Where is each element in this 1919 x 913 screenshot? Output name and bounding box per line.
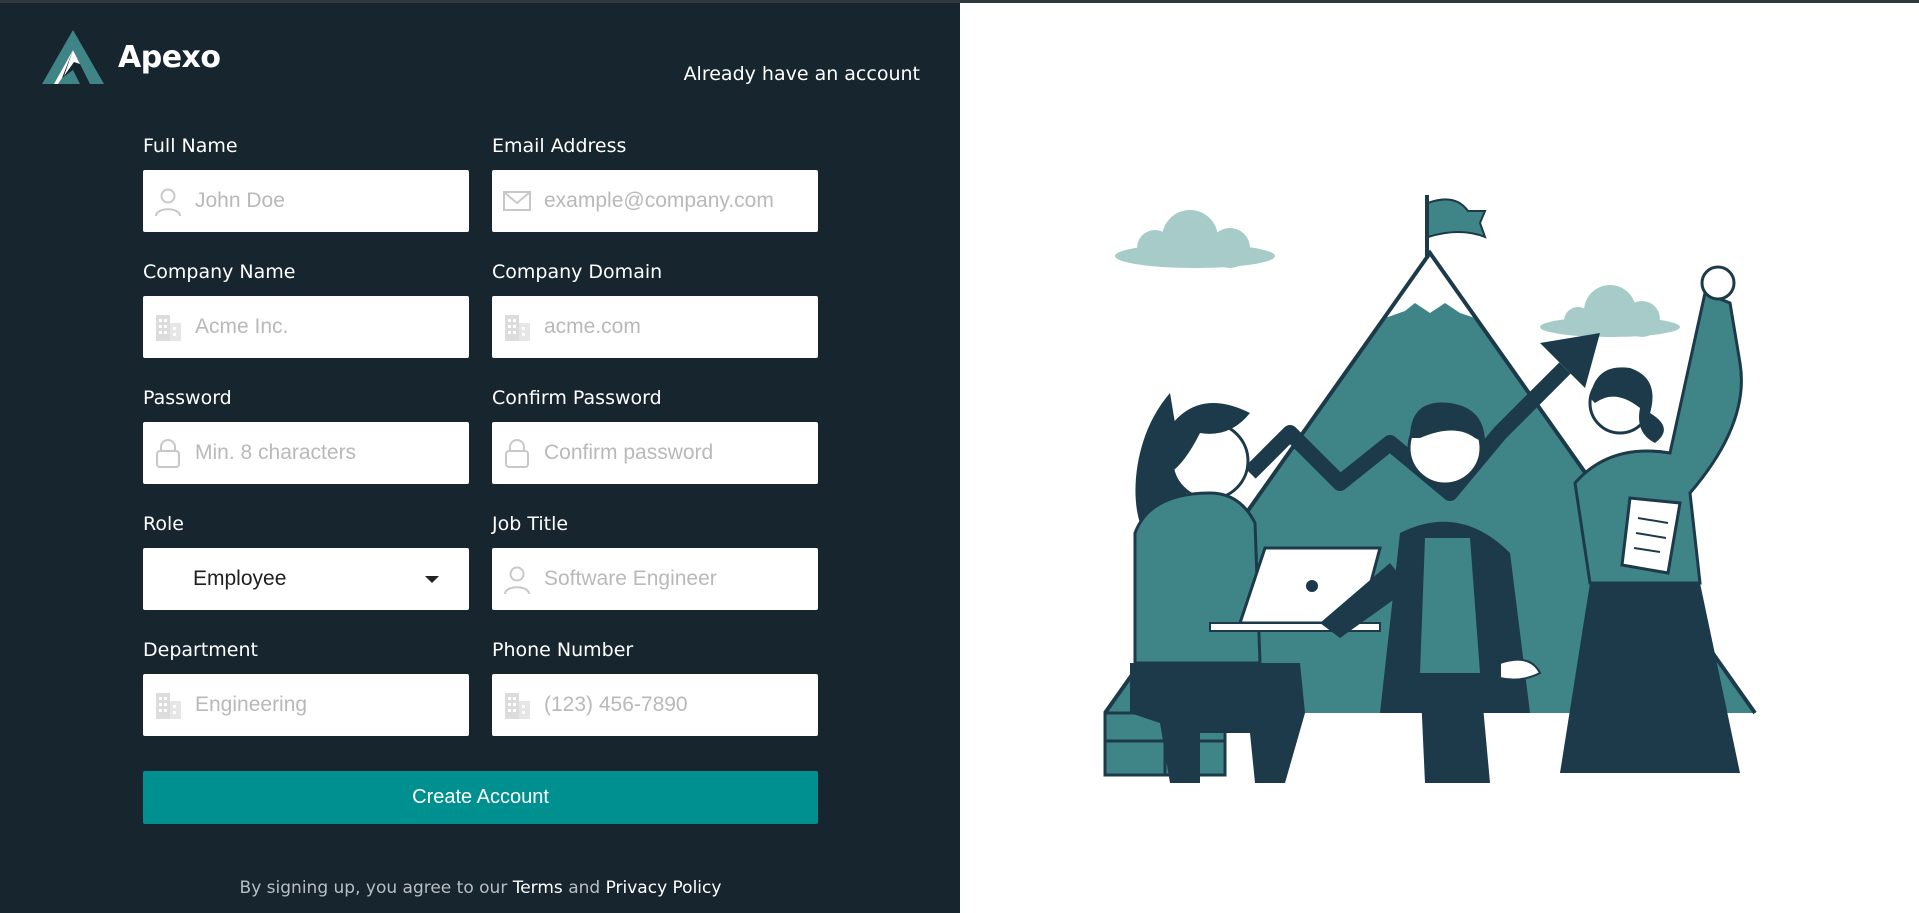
confirm-password-label: Confirm Password (492, 387, 662, 409)
password-field: Password (143, 384, 469, 484)
cloud-icon (1115, 210, 1275, 268)
company-domain-input[interactable] (542, 306, 806, 348)
illustration-panel (960, 3, 1919, 913)
phone-input[interactable] (542, 684, 806, 726)
role-select[interactable]: Employee (143, 548, 469, 610)
building-icon (505, 693, 530, 719)
role-selected-value: Employee (193, 567, 287, 590)
email-input[interactable] (542, 180, 806, 222)
full-name-field: Full Name (143, 132, 469, 232)
lock-icon (505, 439, 529, 468)
department-box (143, 674, 469, 736)
email-field: Email Address (492, 132, 818, 232)
building-icon (505, 315, 530, 341)
company-name-field: Company Name (143, 258, 469, 358)
phone-box (492, 674, 818, 736)
user-icon (504, 566, 530, 595)
password-label: Password (143, 387, 232, 409)
terms-notice: By signing up, you agree to our Terms an… (143, 878, 818, 898)
create-account-button[interactable]: Create Account (143, 771, 818, 824)
terms-link[interactable]: Terms (513, 878, 563, 898)
brand-logo[interactable]: Apexo (40, 28, 221, 86)
flag-icon (1425, 195, 1487, 257)
company-name-input[interactable] (193, 306, 457, 348)
job-title-field: Job Title (492, 510, 818, 610)
department-input[interactable] (193, 684, 457, 726)
phone-field: Phone Number (492, 636, 818, 736)
full-name-box (143, 170, 469, 232)
password-box (143, 422, 469, 484)
department-label: Department (143, 639, 258, 661)
company-name-box (143, 296, 469, 358)
password-input[interactable] (193, 432, 457, 474)
company-domain-field: Company Domain (492, 258, 818, 358)
cloud-icon (1540, 285, 1680, 337)
full-name-label: Full Name (143, 135, 238, 157)
confirm-password-input[interactable] (542, 432, 806, 474)
company-domain-box (492, 296, 818, 358)
email-box (492, 170, 818, 232)
job-title-box (492, 548, 818, 610)
team-success-illustration (1103, 195, 1757, 783)
department-field: Department (143, 636, 469, 736)
job-title-input[interactable] (542, 558, 806, 600)
envelope-icon (503, 191, 531, 211)
company-name-label: Company Name (143, 261, 296, 283)
privacy-policy-link[interactable]: Privacy Policy (606, 878, 722, 898)
user-icon (155, 188, 181, 217)
full-name-input[interactable] (193, 180, 457, 222)
brand-name: Apexo (118, 39, 221, 75)
lock-icon (156, 439, 180, 468)
job-title-label: Job Title (492, 513, 569, 535)
company-domain-label: Company Domain (492, 261, 663, 283)
phone-label: Phone Number (492, 639, 634, 661)
role-label: Role (143, 513, 184, 535)
apexo-logo-icon (42, 30, 104, 84)
chevron-down-icon (425, 576, 439, 583)
building-icon (156, 315, 181, 341)
email-label: Email Address (492, 135, 627, 157)
terms-and: and (568, 878, 601, 898)
role-field: Role Employee (143, 510, 469, 610)
login-link[interactable]: Already have an account (684, 63, 920, 85)
confirm-password-box (492, 422, 818, 484)
terms-prefix: By signing up, you agree to our (239, 878, 508, 898)
confirm-password-field: Confirm Password (492, 384, 818, 484)
building-icon (156, 693, 181, 719)
signup-panel: Apexo Already have an account Full Name … (0, 3, 960, 913)
